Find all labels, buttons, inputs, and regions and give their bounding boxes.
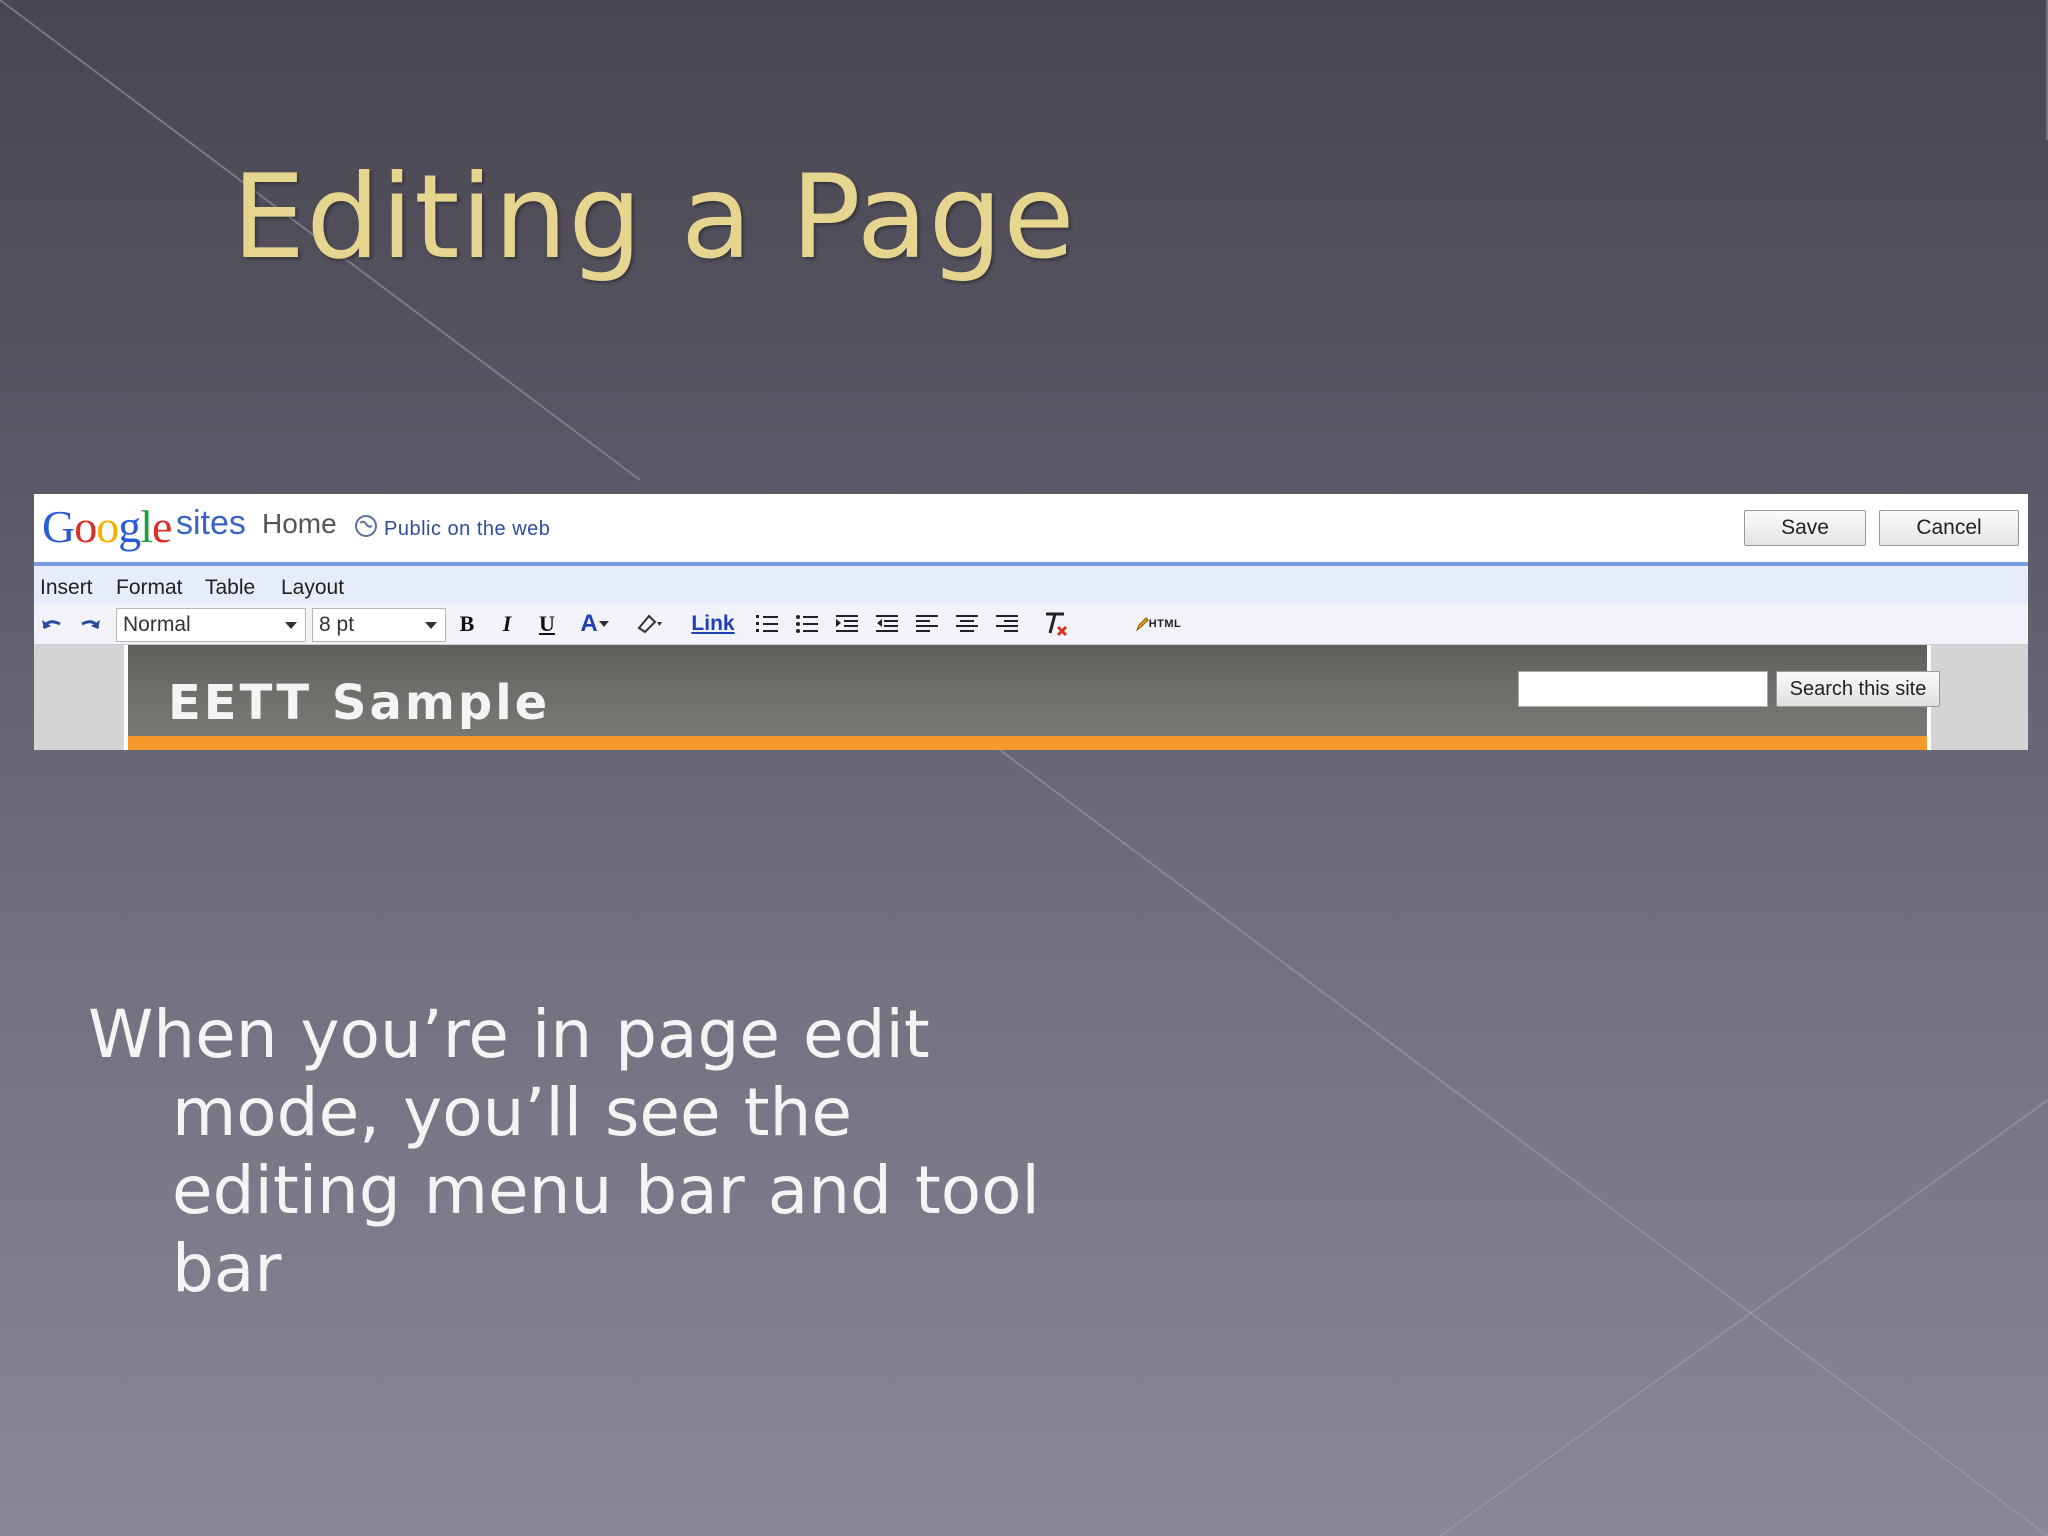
editing-menu-bar: Insert Format Table Layout	[34, 566, 2028, 604]
sites-product-label: sites	[176, 504, 246, 542]
numbered-list-icon[interactable]	[752, 610, 782, 638]
search-site-button[interactable]: Search this site	[1776, 671, 1940, 707]
site-title: EETT Sample	[168, 675, 551, 731]
font-size-select[interactable]: 8 pt	[312, 608, 446, 642]
menu-format[interactable]: Format	[116, 576, 183, 600]
text-color-button[interactable]: A	[574, 610, 616, 638]
redo-icon[interactable]	[76, 610, 104, 638]
highlight-color-button[interactable]	[628, 610, 672, 638]
italic-button[interactable]: I	[492, 610, 522, 638]
highlight-icon	[637, 614, 662, 634]
site-header: EETT Sample Search this site	[124, 645, 1940, 750]
slide-body-text: When you’re in page edit mode, you’ll se…	[88, 996, 1040, 1307]
google-sites-screenshot: Google sites Home Public on the web Save…	[34, 494, 2028, 750]
clear-formatting-icon[interactable]	[1040, 610, 1072, 638]
align-center-icon[interactable]	[952, 610, 982, 638]
indent-icon[interactable]	[832, 610, 862, 638]
edit-html-label: HTML	[1148, 618, 1182, 630]
site-header-orange-bar	[128, 736, 1927, 750]
google-logo: Google	[42, 501, 172, 552]
undo-icon[interactable]	[38, 610, 66, 638]
chevron-down-icon	[285, 622, 297, 629]
slide-title: Editing a Page	[232, 150, 1076, 285]
chevron-down-icon	[425, 622, 437, 629]
menu-layout[interactable]: Layout	[281, 576, 344, 600]
sites-header: Google sites Home Public on the web Save…	[34, 494, 2028, 562]
site-header-band: EETT Sample Search this site	[34, 645, 2028, 750]
outdent-icon[interactable]	[872, 610, 902, 638]
font-size-value: 8 pt	[319, 613, 355, 636]
align-left-icon[interactable]	[912, 610, 942, 638]
site-search-input[interactable]	[1518, 671, 1768, 707]
link-button[interactable]: Link	[688, 610, 738, 638]
editing-tool-bar: Normal 8 pt B I U A Link HTML	[34, 604, 2028, 645]
chevron-down-icon	[598, 621, 609, 627]
visibility-link[interactable]: Public on the web	[384, 518, 550, 541]
edit-html-button[interactable]: HTML	[1128, 610, 1188, 638]
bold-button[interactable]: B	[452, 610, 482, 638]
page-name: Home	[262, 508, 337, 539]
save-button[interactable]: Save	[1744, 510, 1866, 546]
paragraph-style-value: Normal	[123, 613, 191, 636]
pencil-icon	[1135, 617, 1149, 632]
menu-table[interactable]: Table	[205, 576, 255, 600]
underline-button[interactable]: U	[532, 610, 562, 638]
menu-insert[interactable]: Insert	[40, 576, 93, 600]
paragraph-style-select[interactable]: Normal	[116, 608, 306, 642]
cancel-button[interactable]: Cancel	[1879, 510, 2019, 546]
text-color-icon: A	[580, 610, 598, 637]
align-right-icon[interactable]	[992, 610, 1022, 638]
globe-icon	[355, 515, 377, 537]
bulleted-list-icon[interactable]	[792, 610, 822, 638]
